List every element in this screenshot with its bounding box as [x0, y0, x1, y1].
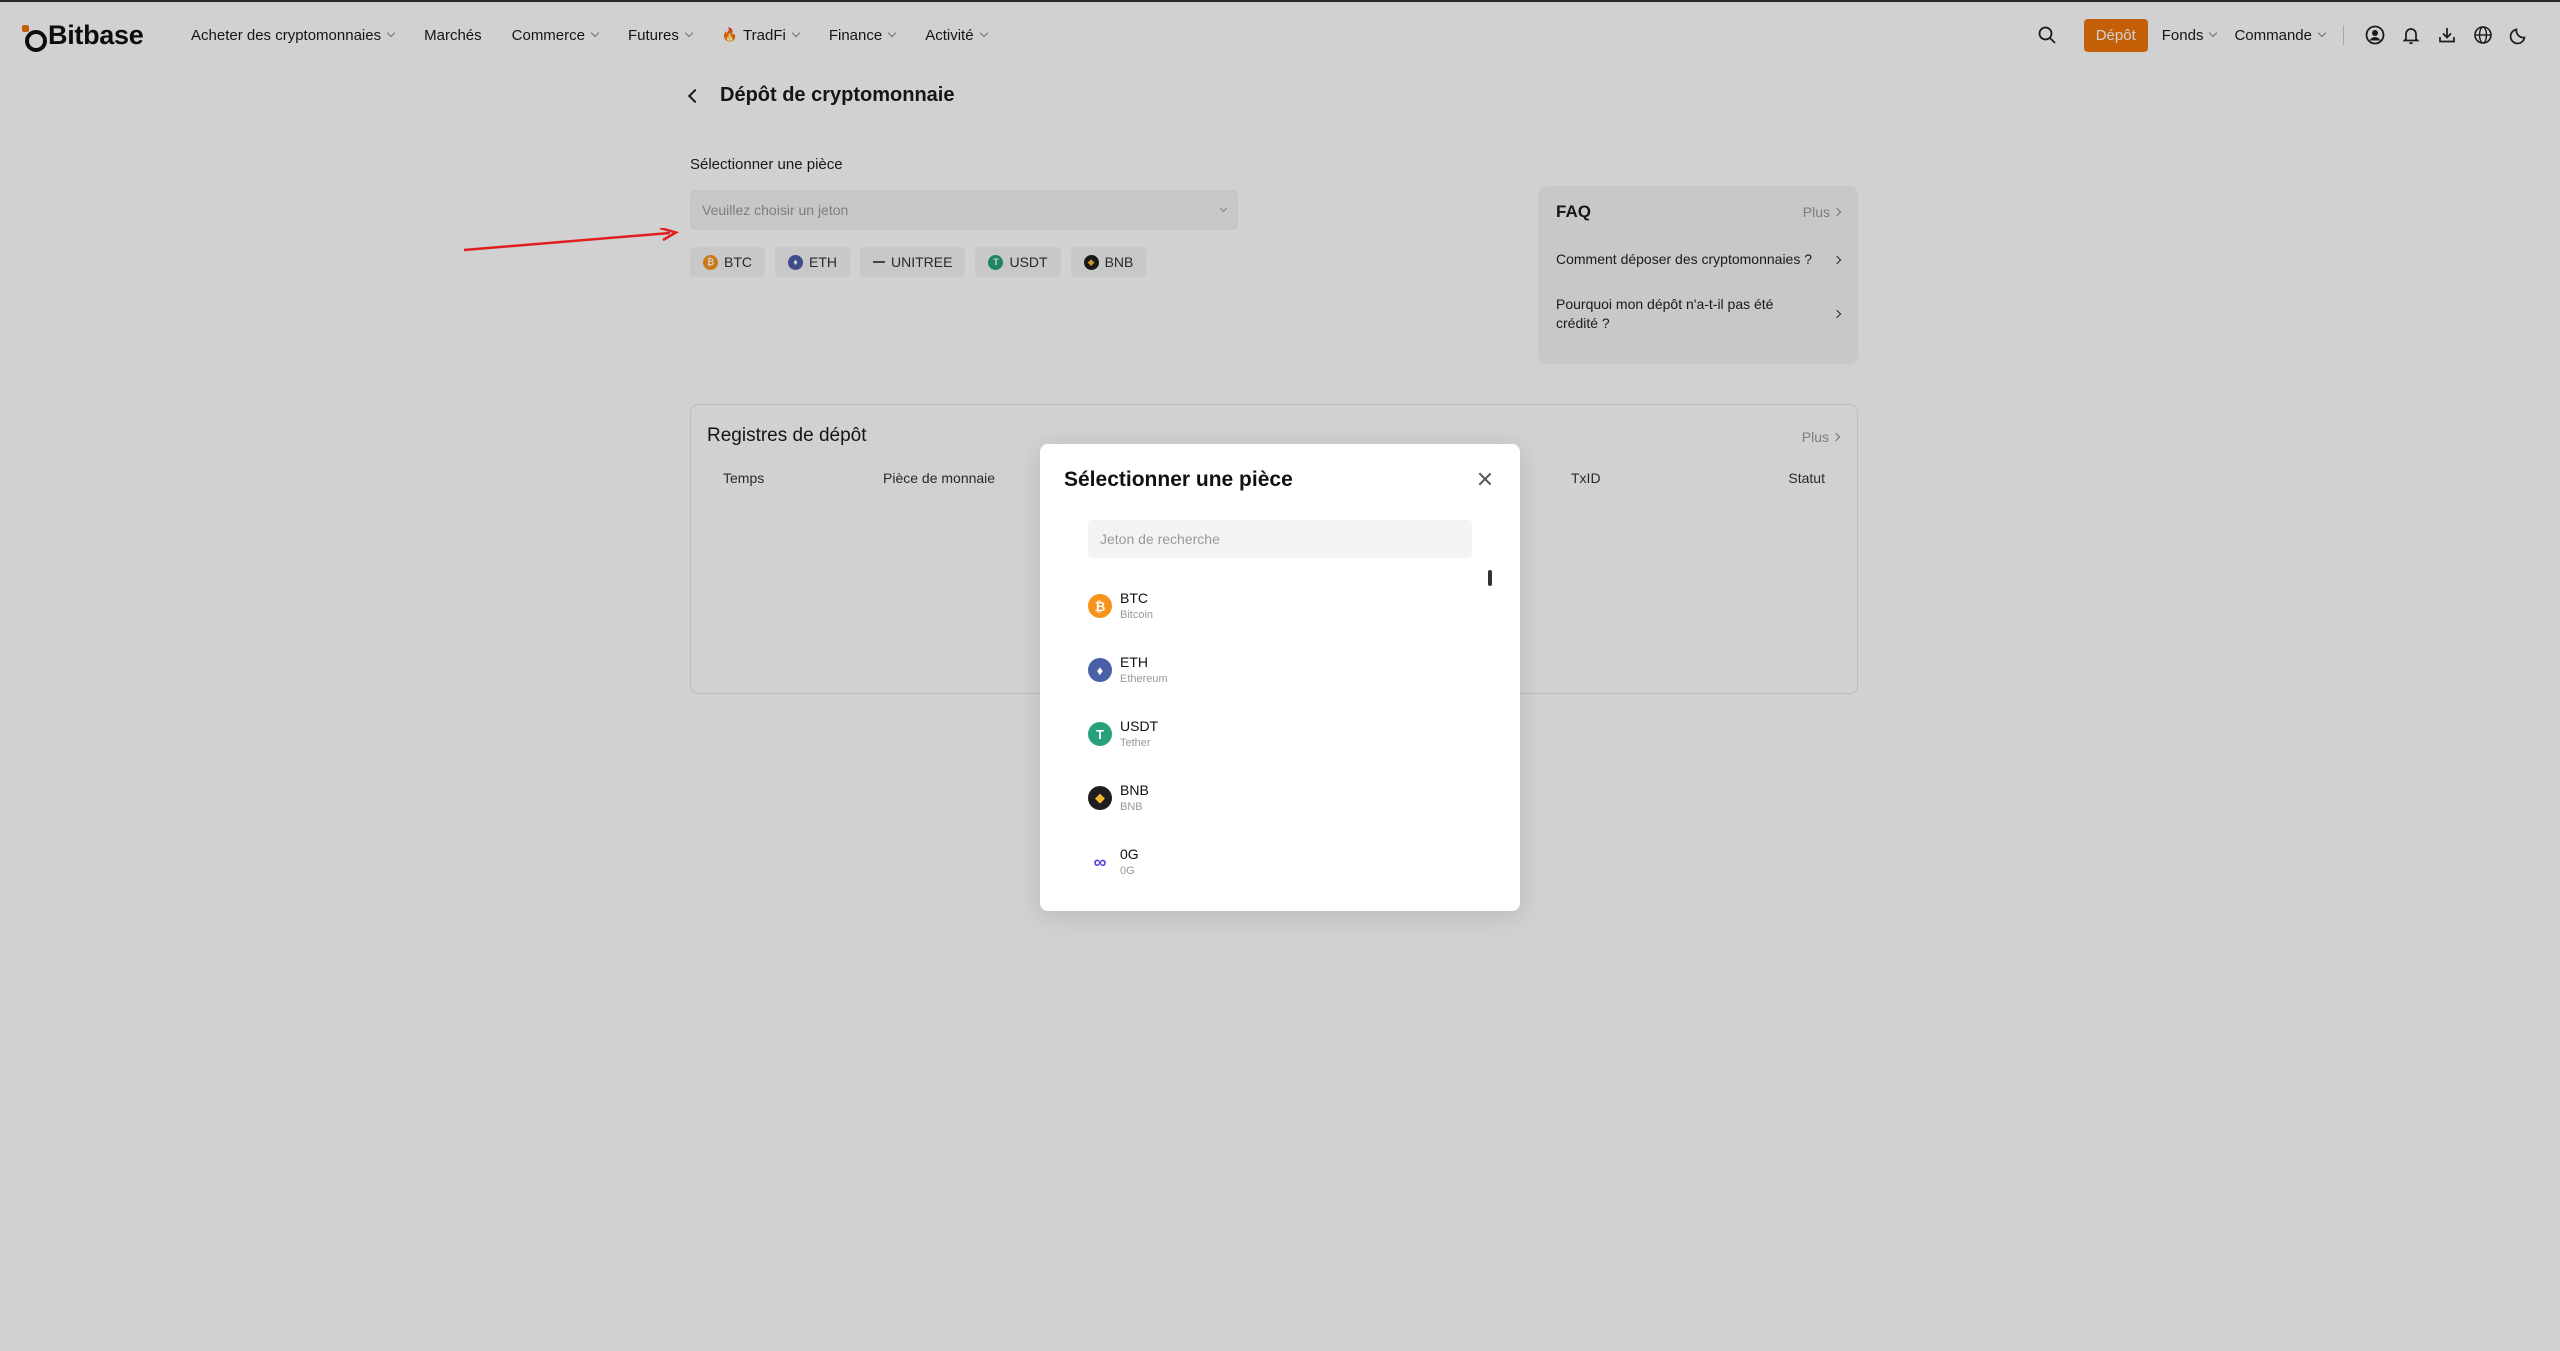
coin-option-0g[interactable]: ∞ 0G 0G	[1088, 830, 1468, 894]
coin-option-btc[interactable]: ₿ BTC Bitcoin	[1088, 574, 1468, 638]
annotation-arrow-icon	[464, 228, 680, 252]
bnb-icon: ◆	[1088, 786, 1112, 810]
coin-text: BNB BNB	[1120, 781, 1149, 815]
coin-symbol: USDT	[1120, 718, 1159, 734]
eth-icon: ♦	[1088, 658, 1112, 682]
btc-icon: ₿	[1088, 594, 1112, 618]
coin-text: BTC Bitcoin	[1120, 589, 1153, 623]
modal-title: Sélectionner une pièce	[1064, 468, 1293, 491]
0g-icon: ∞	[1088, 850, 1112, 874]
coin-symbol: 0G	[1120, 846, 1139, 862]
coin-name: Bitcoin	[1120, 609, 1154, 621]
coin-option-usdt[interactable]: T USDT Tether	[1088, 702, 1468, 766]
coin-symbol: BNB	[1120, 782, 1149, 798]
token-search-input[interactable]	[1088, 520, 1472, 558]
coin-text: 0G 0G	[1120, 845, 1139, 879]
coin-symbol: BTC	[1120, 590, 1148, 606]
scrollbar-thumb[interactable]	[1488, 570, 1492, 586]
coin-name: BNB	[1120, 801, 1143, 813]
coin-name: Ethereum	[1120, 673, 1168, 685]
coin-option-bnb[interactable]: ◆ BNB BNB	[1088, 766, 1468, 830]
coin-name: 0G	[1120, 865, 1135, 877]
coin-text: ETH Ethereum	[1120, 653, 1168, 687]
coin-option-eth[interactable]: ♦ ETH Ethereum	[1088, 638, 1468, 702]
coin-name: Tether	[1120, 737, 1151, 749]
coin-text: USDT Tether	[1120, 717, 1158, 751]
coin-symbol: ETH	[1120, 654, 1148, 670]
select-coin-modal: Sélectionner une pièce ₿ BTC Bitcoin ♦ E…	[1040, 444, 1520, 911]
coin-list: ₿ BTC Bitcoin ♦ ETH Ethereum T USDT Teth…	[1088, 574, 1468, 894]
close-icon[interactable]	[1476, 470, 1494, 488]
usdt-icon: T	[1088, 722, 1112, 746]
